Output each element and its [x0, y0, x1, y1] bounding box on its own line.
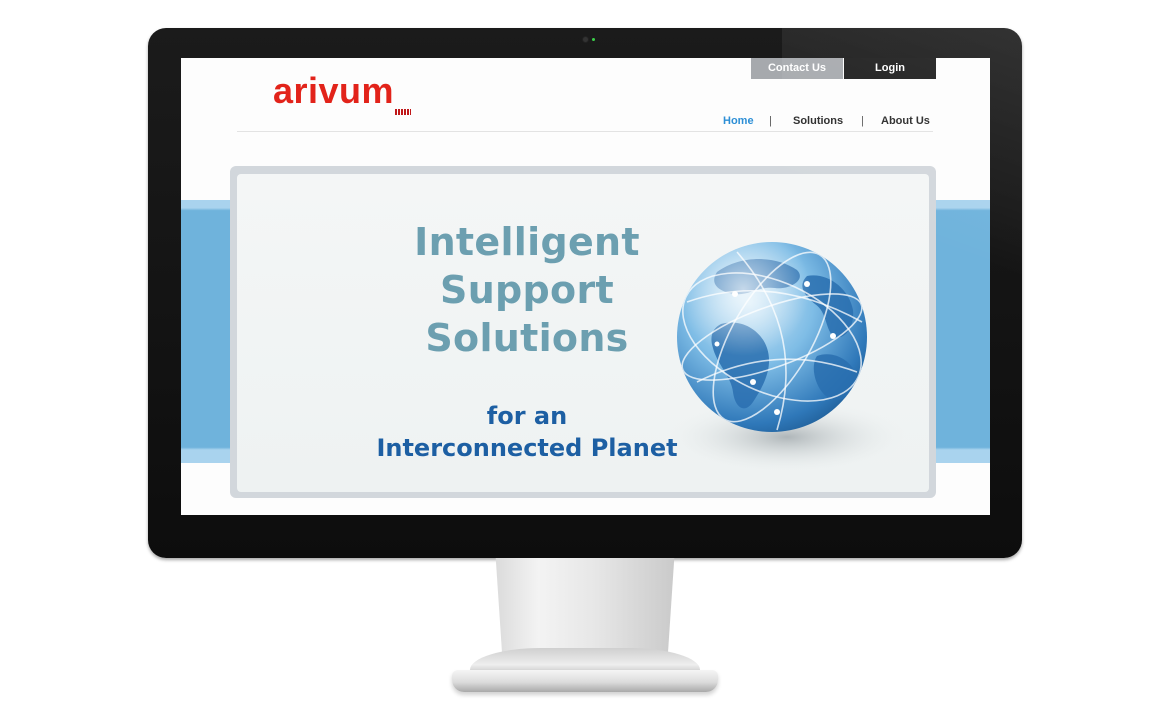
arivum-logo[interactable]: arivum: [273, 70, 394, 112]
contact-us-button[interactable]: Contact Us: [751, 58, 843, 79]
flag-mark-icon: [395, 109, 411, 115]
nav-separator: |: [861, 115, 864, 127]
globe-icon: [657, 232, 917, 482]
header-divider: [237, 131, 933, 132]
hero-headline-line: Solutions: [425, 316, 629, 360]
nav-separator: |: [769, 115, 772, 127]
monitor-screen: arivum Contact Us Login Home | Solutions…: [181, 58, 990, 515]
hero-headline-line: Support: [440, 268, 614, 312]
hero-headline: Intelligent Support Solutions: [367, 218, 687, 362]
camera-icon: [583, 37, 588, 42]
camera-led-icon: [592, 38, 595, 41]
monitor-bezel: arivum Contact Us Login Home | Solutions…: [148, 28, 1022, 558]
nav-item-solutions[interactable]: Solutions: [793, 115, 843, 127]
nav-item-about-us[interactable]: About Us: [881, 115, 930, 127]
nav-item-home[interactable]: Home: [723, 115, 754, 127]
hero-headline-line: Intelligent: [414, 220, 640, 264]
monitor-stand-base: [452, 670, 718, 692]
hero-banner: Intelligent Support Solutions for an Int…: [237, 174, 929, 492]
login-button[interactable]: Login: [844, 58, 936, 79]
